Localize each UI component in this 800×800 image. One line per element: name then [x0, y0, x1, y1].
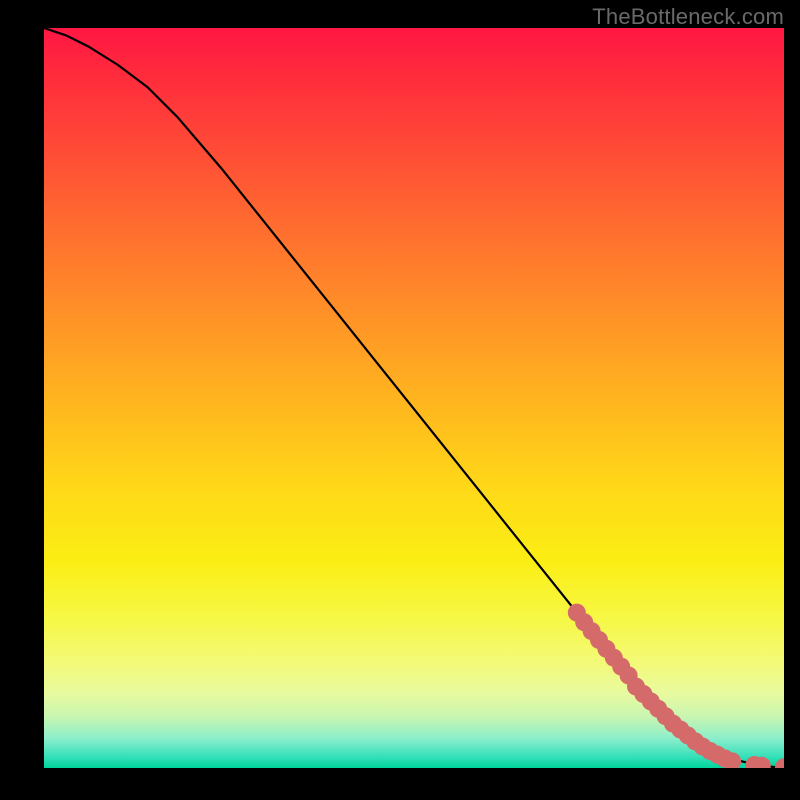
- marker-point: [775, 758, 784, 768]
- attribution-watermark: TheBottleneck.com: [592, 4, 784, 30]
- plot-area: [44, 28, 784, 768]
- chart-svg: [44, 28, 784, 768]
- marker-points-group: [568, 604, 784, 768]
- chart-container: TheBottleneck.com: [0, 0, 800, 800]
- curve-line: [44, 28, 784, 768]
